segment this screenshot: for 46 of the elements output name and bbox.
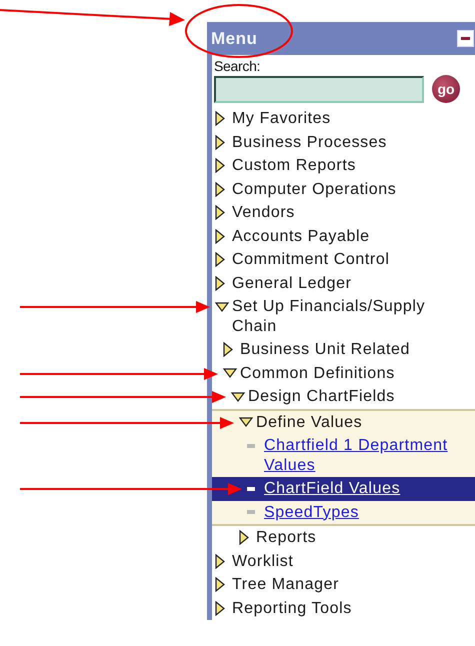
menu-title: Menu <box>211 28 258 48</box>
menu-folder[interactable]: Accounts Payable <box>232 226 370 246</box>
menu-folder[interactable]: General Ledger <box>232 274 352 293</box>
caret-right-icon[interactable] <box>215 252 225 267</box>
minimize-button[interactable] <box>457 30 474 47</box>
caret-down-icon[interactable] <box>223 368 237 378</box>
menu-folder[interactable]: Commitment Control <box>232 250 390 270</box>
menu-folder[interactable]: Custom Reports <box>232 156 356 176</box>
caret-right-icon[interactable] <box>215 577 225 592</box>
menu-link[interactable]: Chartfield 1 Department Values <box>264 436 469 475</box>
menu-folder[interactable]: Computer Operations <box>232 180 396 199</box>
menu-folder[interactable]: Set Up Financials/Supply Chain <box>232 297 447 336</box>
menu-link[interactable]: SpeedTypes <box>264 502 359 522</box>
caret-down-icon[interactable] <box>231 392 245 402</box>
caret-right-icon[interactable] <box>215 276 225 290</box>
menu-folder[interactable]: Reports <box>256 528 316 548</box>
caret-right-icon[interactable] <box>215 111 225 126</box>
caret-down-icon[interactable] <box>215 302 229 312</box>
caret-right-icon[interactable] <box>215 205 225 220</box>
go-button[interactable]: go <box>432 75 460 103</box>
caret-right-icon[interactable] <box>215 600 225 616</box>
menu-folder[interactable]: Vendors <box>232 203 295 222</box>
search-field[interactable] <box>214 76 424 102</box>
dash-icon <box>247 510 255 514</box>
selected-row[interactable]: ChartField Values <box>212 477 475 500</box>
caret-right-icon[interactable] <box>215 158 225 173</box>
caret-right-icon[interactable] <box>215 554 225 568</box>
menu-folder[interactable]: Tree Manager <box>232 575 340 594</box>
menu-folder[interactable]: Common Definitions <box>240 364 395 383</box>
caret-right-icon[interactable] <box>215 182 225 196</box>
dash-icon <box>247 486 255 490</box>
menu-folder[interactable]: Business Processes <box>232 132 387 152</box>
menu-folder[interactable]: Worklist <box>232 552 294 571</box>
menu-folder[interactable]: Design ChartFields <box>248 387 395 406</box>
dash-icon <box>247 444 255 448</box>
caret-right-icon[interactable] <box>215 134 225 150</box>
menu-folder[interactable]: Define Values <box>256 412 362 432</box>
menu-folder[interactable]: Reporting Tools <box>232 598 352 618</box>
menu-folder[interactable]: Business Unit Related <box>240 340 410 360</box>
search-label: Search: <box>213 57 262 74</box>
menu-folder[interactable]: My Favorites <box>232 109 331 128</box>
caret-right-icon[interactable] <box>215 228 225 244</box>
menu-link[interactable]: ChartField Values <box>264 479 400 498</box>
caret-down-icon[interactable] <box>239 417 253 427</box>
caret-right-icon[interactable] <box>239 530 249 545</box>
caret-right-icon[interactable] <box>223 342 233 357</box>
